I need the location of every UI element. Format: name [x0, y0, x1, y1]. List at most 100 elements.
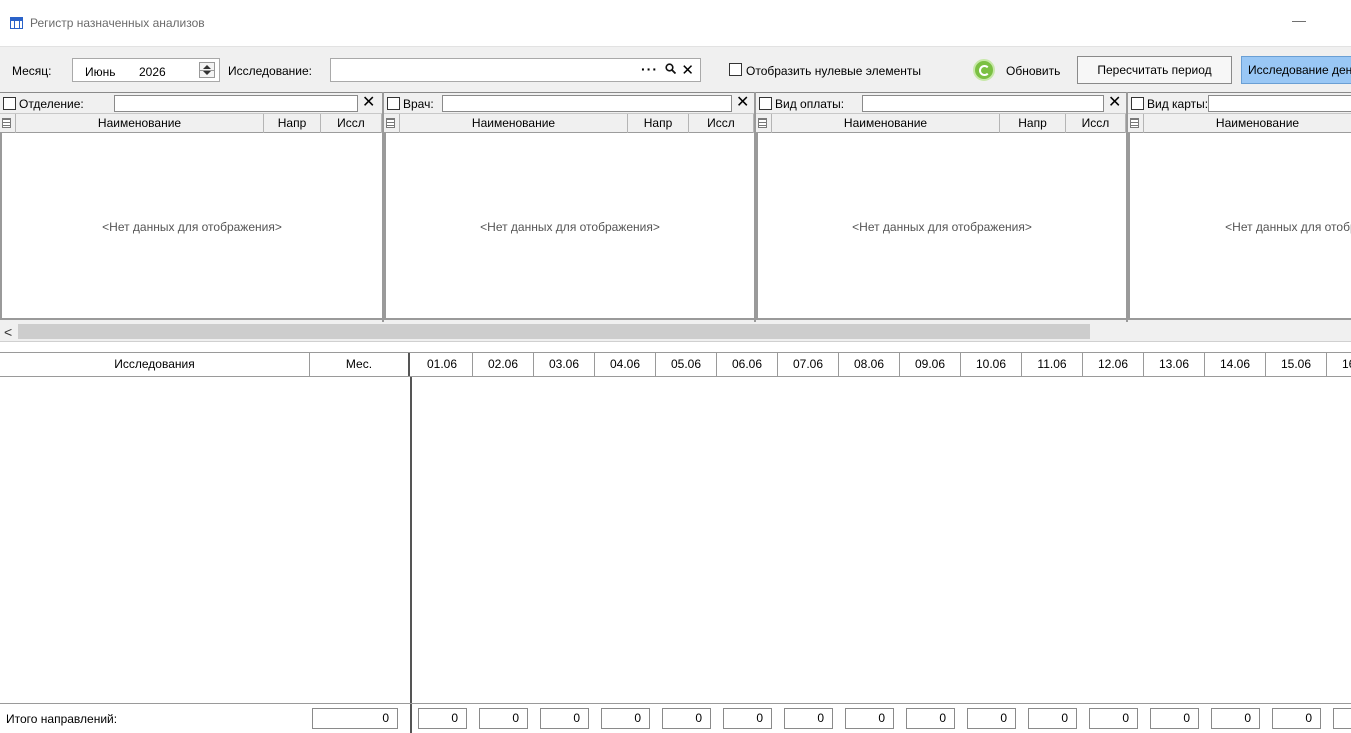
window-title: Регистр назначенных анализов [30, 16, 205, 30]
department-checkbox[interactable] [3, 97, 16, 110]
research-column-header[interactable]: Исследования [0, 353, 310, 376]
day-column-header[interactable]: 01.06 [412, 353, 473, 376]
day-total-cell: 0 [1028, 708, 1077, 729]
day-column-header[interactable]: 11.06 [1022, 353, 1083, 376]
doctor-filter-label: Врач: [403, 97, 434, 111]
payment-type-input[interactable] [862, 95, 1104, 112]
doctor-filter: Врач: ✕ [384, 92, 754, 114]
day-total-cell: 0 [723, 708, 772, 729]
minimize-button[interactable]: — [1290, 10, 1308, 30]
day-column-header[interactable]: 07.06 [778, 353, 839, 376]
month-value: Июнь [85, 65, 116, 79]
research-label: Исследование: [228, 64, 312, 78]
research-day-button[interactable]: Исследование день [1241, 56, 1351, 84]
payment-type-checkbox[interactable] [759, 97, 772, 110]
department-input[interactable] [114, 95, 358, 112]
research-grid: Исследования Мес. 01.06 02.06 03.06 04.06 05… [0, 352, 1351, 733]
title-bar: Регистр назначенных анализов — [0, 0, 1351, 46]
payment-type-grid-header: Наименование Напр Иссл [756, 114, 1126, 133]
day-column-header[interactable]: 08.06 [839, 353, 900, 376]
toolbar: Месяц: Июнь 2026 Исследование: ··· ✕ Ото… [0, 46, 1351, 92]
day-column-header[interactable]: 04.06 [595, 353, 656, 376]
day-column-header[interactable]: 15.06 [1266, 353, 1327, 376]
doctor-checkbox[interactable] [387, 97, 400, 110]
day-total-cell [1333, 708, 1351, 729]
recalc-period-button[interactable]: Пересчитать период [1077, 56, 1232, 84]
column-napr-header[interactable]: Напр [1000, 114, 1066, 133]
research-input[interactable]: ··· ✕ [330, 58, 701, 82]
scroll-left-arrow[interactable]: < [4, 324, 12, 340]
search-icon[interactable] [665, 63, 676, 74]
day-column-header[interactable]: 12.06 [1083, 353, 1144, 376]
payment-type-clear-icon[interactable]: ✕ [1108, 94, 1121, 112]
column-menu-icon[interactable] [1128, 114, 1144, 133]
day-total-cell: 0 [845, 708, 894, 729]
day-total-cell: 0 [1089, 708, 1138, 729]
doctor-grid-body: <Нет данных для отображения> [384, 133, 754, 320]
day-total-cell: 0 [662, 708, 711, 729]
department-grid-body: <Нет данных для отображения> [0, 133, 382, 320]
day-total-cell: 0 [540, 708, 589, 729]
day-column-header[interactable]: 05.06 [656, 353, 717, 376]
column-napr-header[interactable]: Напр [628, 114, 689, 133]
no-data-text: <Нет данных для отображения> [1225, 220, 1351, 234]
spin-down-icon[interactable] [203, 71, 211, 75]
payment-type-panel: Вид оплаты: ✕ Наименование Напр Иссл <Не… [756, 92, 1128, 322]
doctor-input[interactable] [442, 95, 732, 112]
payment-type-filter: Вид оплаты: ✕ [756, 92, 1126, 114]
day-total-cell: 0 [479, 708, 528, 729]
column-issl-header[interactable]: Иссл [1066, 114, 1126, 133]
department-clear-icon[interactable]: ✕ [362, 94, 375, 112]
day-column-header[interactable]: 03.06 [534, 353, 595, 376]
day-column-header[interactable]: 16.06 [1327, 353, 1351, 376]
day-total-cell: 0 [1211, 708, 1260, 729]
payment-type-grid-body: <Нет данных для отображения> [756, 133, 1126, 320]
column-name-header[interactable]: Наименование [772, 114, 1000, 133]
card-type-checkbox[interactable] [1131, 97, 1144, 110]
day-column-header[interactable]: 10.06 [961, 353, 1022, 376]
card-type-filter: Вид карты: [1128, 92, 1351, 114]
year-value: 2026 [139, 65, 166, 79]
month-column-header[interactable]: Мес. [310, 353, 410, 376]
month-spinner[interactable] [199, 62, 215, 78]
refresh-icon[interactable] [973, 59, 995, 81]
column-name-header[interactable]: Наименование [400, 114, 628, 133]
doctor-clear-icon[interactable]: ✕ [736, 94, 749, 112]
refresh-button[interactable]: Обновить [1006, 64, 1060, 78]
clear-research-icon[interactable]: ✕ [681, 61, 694, 79]
scrollbar-thumb[interactable] [18, 324, 1090, 339]
department-grid-header: Наименование Напр Иссл [0, 114, 382, 133]
column-issl-header[interactable]: Иссл [689, 114, 754, 133]
day-column-header[interactable]: 14.06 [1205, 353, 1266, 376]
payment-type-filter-label: Вид оплаты: [775, 97, 845, 111]
day-column-header[interactable]: 02.06 [473, 353, 534, 376]
day-column-header[interactable]: 13.06 [1144, 353, 1205, 376]
department-filter-label: Отделение: [19, 97, 84, 111]
show-zero-label[interactable]: Отобразить нулевые элементы [746, 64, 921, 78]
doctor-panel: Врач: ✕ Наименование Напр Иссл <Нет данн… [384, 92, 756, 322]
card-type-grid-body: <Нет данных для отображения> [1128, 133, 1351, 320]
day-column-header[interactable]: 09.06 [900, 353, 961, 376]
day-total-cell: 0 [967, 708, 1016, 729]
card-type-input[interactable] [1208, 95, 1351, 112]
totals-row: Итого направлений: 0 000000000000000 [0, 703, 1351, 733]
column-menu-icon[interactable] [756, 114, 772, 133]
horizontal-scrollbar[interactable]: < [0, 322, 1351, 342]
spin-up-icon[interactable] [203, 65, 211, 69]
totals-label: Итого направлений: [6, 712, 118, 726]
column-issl-header[interactable]: Иссл [321, 114, 382, 133]
column-menu-icon[interactable] [0, 114, 16, 133]
column-menu-icon[interactable] [384, 114, 400, 133]
month-picker[interactable]: Июнь 2026 [72, 58, 220, 82]
column-name-header[interactable]: Наименование [16, 114, 264, 133]
department-filter: Отделение: ✕ [0, 92, 382, 114]
column-name-header[interactable]: Наименование [1144, 114, 1351, 133]
ellipsis-button[interactable]: ··· [641, 61, 658, 77]
research-grid-body [0, 377, 1351, 703]
day-column-header[interactable]: 06.06 [717, 353, 778, 376]
filter-panels: Отделение: ✕ Наименование Напр Иссл <Нет… [0, 92, 1351, 322]
research-grid-header: Исследования Мес. 01.06 02.06 03.06 04.06 05… [0, 352, 1351, 377]
day-total-cell: 0 [784, 708, 833, 729]
column-napr-header[interactable]: Напр [264, 114, 321, 133]
show-zero-checkbox[interactable] [729, 63, 742, 76]
